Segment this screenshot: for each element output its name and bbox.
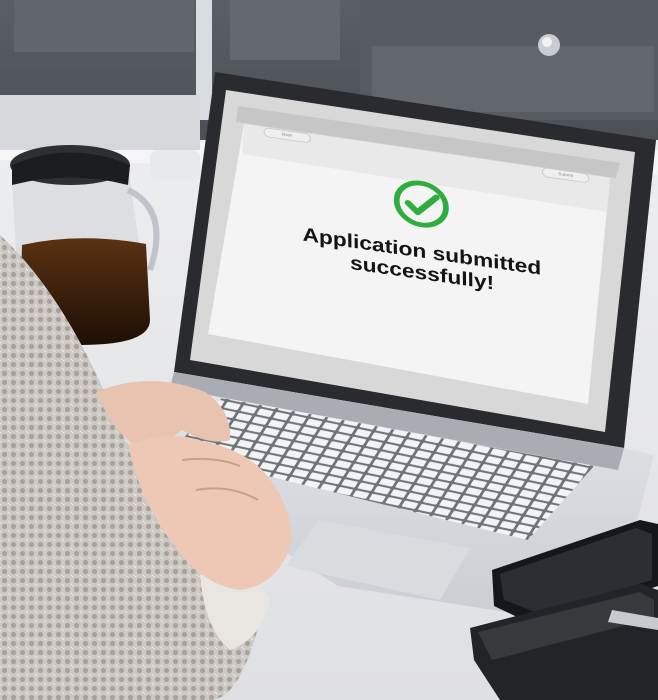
office-photo-scene	[0, 0, 658, 700]
